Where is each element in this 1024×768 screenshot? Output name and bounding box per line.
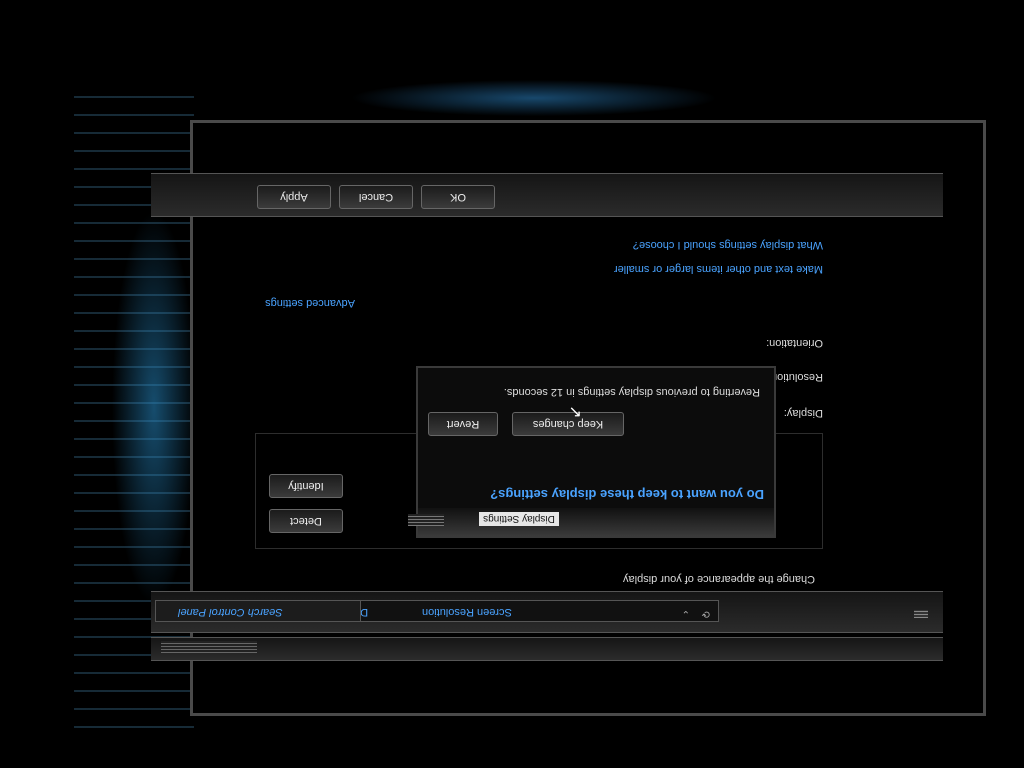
revert-button[interactable]: Revert (428, 412, 498, 436)
revert-countdown: Reverting to previous display settings i… (503, 386, 760, 398)
detect-button[interactable]: Detect (269, 509, 343, 533)
dialog-title: Display Settings (479, 512, 559, 526)
breadcrumb-screen-resolution[interactable]: Screen Resolution (422, 606, 532, 618)
refresh-icon[interactable]: ⟳ (696, 605, 710, 619)
dialog-title-bar (418, 508, 774, 536)
cancel-button[interactable]: Cancel (339, 185, 413, 209)
search-control-panel-box[interactable]: Search Control Panel (155, 600, 361, 622)
navigation-bar: ⟳ ⌄ Screen Resolution Display Search Con… (151, 591, 943, 633)
keep-settings-dialog: Display Settings Do you want to keep the… (408, 366, 776, 538)
back-icon[interactable] (911, 604, 931, 622)
ok-button[interactable]: OK (421, 185, 495, 209)
chevron-down-icon[interactable]: ⌄ (676, 605, 690, 619)
status-bar-grip (161, 641, 257, 653)
apply-button[interactable]: Apply (257, 185, 331, 209)
orientation-label: Orientation: (766, 337, 823, 349)
advanced-settings-link[interactable]: Advanced settings (235, 297, 355, 309)
search-input[interactable]: Search Control Panel (178, 606, 338, 618)
top-blue-glow (274, 68, 794, 128)
page-heading: Change the appearance of your display (623, 573, 816, 585)
cursor-icon: ↖ (568, 403, 582, 420)
identify-button[interactable]: Identify (269, 474, 343, 498)
dialog-grip (408, 514, 444, 526)
screen: ⟳ ⌄ Screen Resolution Display Search Con… (0, 0, 1024, 768)
status-bar (151, 637, 943, 661)
text-size-link[interactable]: Make text and other items larger or smal… (603, 263, 823, 275)
dialog-question: Do you want to keep these display settin… (490, 487, 764, 502)
display-help-link[interactable]: What display settings should I choose? (603, 239, 823, 251)
